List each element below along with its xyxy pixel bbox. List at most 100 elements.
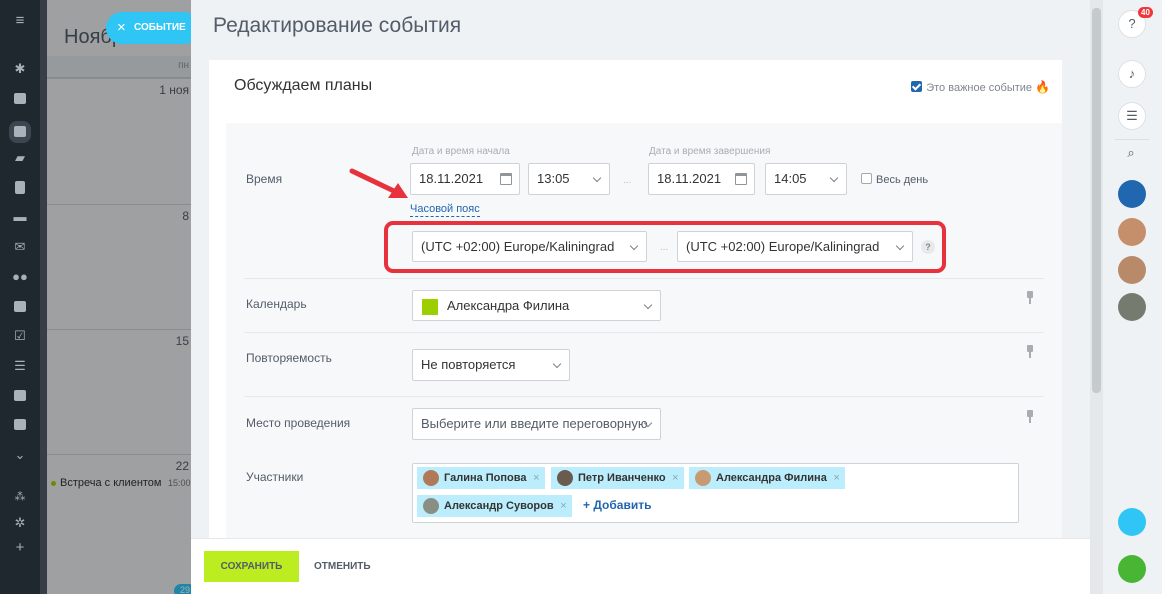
event-name-field[interactable]: Обсуждаем планы: [234, 77, 372, 95]
divider: [244, 332, 1044, 333]
notification-badge: 40: [1138, 7, 1153, 18]
add-participant-button[interactable]: + Добавить: [583, 498, 651, 512]
calendar-value: Александра Филина: [447, 298, 570, 313]
filter-icon[interactable]: ☰: [12, 359, 28, 373]
calendar-icon[interactable]: [500, 173, 512, 185]
chat-icon[interactable]: ▰: [12, 151, 28, 165]
end-time-select[interactable]: 14:05: [765, 163, 847, 195]
avatar: [423, 470, 439, 486]
location-placeholder: Выберите или введите переговорную: [421, 416, 648, 431]
event-close-tab[interactable]: × СОБЫТИЕ: [106, 12, 200, 44]
drive-icon[interactable]: ▬: [12, 210, 28, 224]
footer-bar: СОХРАНИТЬ ОТМЕНИТЬ: [191, 538, 1090, 594]
chevron-down-icon: [552, 359, 562, 369]
event-tab-label: СОБЫТИЕ: [134, 22, 186, 33]
settings-icon[interactable]: ✲: [12, 516, 28, 530]
box-icon[interactable]: [12, 389, 28, 403]
divider: [244, 396, 1044, 397]
participant-chip[interactable]: Александр Суворов ×: [417, 495, 572, 517]
messenger-button[interactable]: ☰: [1118, 102, 1146, 130]
avatar: [557, 470, 573, 486]
important-label: Это важное событие: [926, 82, 1033, 94]
important-checkbox[interactable]: Это важное событие 🔥: [911, 80, 1050, 94]
all-day-label: Весь день: [876, 174, 929, 186]
avatar[interactable]: [1118, 293, 1146, 321]
repeat-select[interactable]: Не повторяется: [412, 349, 570, 381]
left-nav: ≡ ✱ ▰ ▬ ✉ ●● ☑ ☰ ⌄ ⁂ ✲ +: [0, 0, 40, 594]
chevron-down-icon: [829, 173, 839, 183]
group-icon[interactable]: ●●: [12, 270, 28, 284]
participant-chip[interactable]: Александра Филина ×: [689, 467, 845, 489]
checkbox-empty-icon[interactable]: [861, 173, 872, 184]
box2-icon[interactable]: [12, 418, 28, 432]
window-icon[interactable]: [12, 300, 28, 314]
phone-icon[interactable]: [1118, 555, 1146, 583]
remove-icon[interactable]: ×: [533, 467, 539, 489]
all-day-checkbox[interactable]: Весь день: [861, 173, 928, 186]
pin-icon[interactable]: [1026, 345, 1034, 359]
calendar-select[interactable]: Александра Филина: [412, 290, 661, 321]
pin-icon[interactable]: [1026, 410, 1034, 424]
avatar[interactable]: [1118, 256, 1146, 284]
scrollbar-thumb[interactable]: [1092, 8, 1101, 393]
divider: [244, 278, 1044, 279]
avatar: [695, 470, 711, 486]
close-icon[interactable]: ×: [117, 12, 126, 44]
remove-icon[interactable]: ×: [672, 467, 678, 489]
avatar[interactable]: [1118, 218, 1146, 246]
end-date-input[interactable]: 18.11.2021: [648, 163, 755, 195]
calendar-icon[interactable]: [9, 121, 31, 143]
calendar-label: Календарь: [246, 297, 307, 311]
feed-icon[interactable]: [12, 92, 28, 106]
location-label: Место проведения: [246, 416, 351, 430]
start-time-select[interactable]: 13:05: [528, 163, 610, 195]
edit-event-panel: Редактирование события Обсуждаем планы Э…: [191, 0, 1103, 594]
highlight-box: [384, 221, 946, 273]
end-date-value: 18.11.2021: [657, 171, 722, 186]
cancel-button[interactable]: ОТМЕНИТЬ: [314, 551, 371, 582]
participant-name: Александра Филина: [716, 472, 827, 484]
add-icon[interactable]: +: [12, 540, 28, 555]
scrollbar[interactable]: [1090, 0, 1103, 594]
start-datetime-label: Дата и время начала: [412, 146, 510, 157]
remove-icon[interactable]: ×: [833, 467, 839, 489]
calendar-icon[interactable]: [735, 173, 747, 185]
expand-icon[interactable]: ⌄: [12, 448, 28, 462]
mail-icon[interactable]: ✉: [12, 240, 28, 254]
timezone-link[interactable]: Часовой пояс: [410, 203, 480, 217]
document-icon[interactable]: [12, 180, 28, 194]
pin-icon[interactable]: [1026, 291, 1034, 305]
participants-label: Участники: [246, 470, 304, 484]
location-input[interactable]: Выберите или введите переговорную: [412, 408, 661, 440]
org-icon[interactable]: ⁂: [12, 490, 28, 504]
page-title: Редактирование события: [213, 14, 462, 37]
fire-icon: 🔥: [1035, 80, 1050, 94]
participant-name: Петр Иванченко: [578, 472, 666, 484]
event-card: Обсуждаем планы Это важное событие 🔥 Врем…: [209, 60, 1062, 540]
end-datetime-label: Дата и время завершения: [649, 146, 771, 157]
save-button[interactable]: СОХРАНИТЬ: [204, 551, 299, 582]
right-bar: ? 40 ♪ ☰ ⌕: [1103, 0, 1162, 594]
modal-overlay[interactable]: [40, 0, 194, 594]
chat-icon: ☰: [1126, 108, 1138, 123]
bitrix-icon[interactable]: ✱: [12, 62, 28, 76]
participant-chip[interactable]: Петр Иванченко ×: [551, 467, 684, 489]
participant-chip[interactable]: Галина Попова ×: [417, 467, 545, 489]
help-button[interactable]: ? 40: [1118, 7, 1153, 38]
time-separator: ...: [623, 175, 632, 186]
repeat-label: Повторяемость: [246, 351, 332, 365]
group-chat-avatar[interactable]: [1118, 180, 1146, 208]
start-date-input[interactable]: 18.11.2021: [410, 163, 520, 195]
start-date-value: 18.11.2021: [419, 171, 484, 186]
participants-field[interactable]: Галина Попова × Петр Иванченко × Александр…: [412, 463, 1019, 523]
participant-name: Галина Попова: [444, 472, 527, 484]
search-button[interactable]: ⌕: [1118, 140, 1146, 168]
remove-icon[interactable]: ×: [560, 495, 566, 517]
chevron-down-icon: [592, 173, 602, 183]
exit-icon[interactable]: [1118, 508, 1146, 536]
menu-icon[interactable]: ≡: [12, 13, 28, 28]
checkbox-checked-icon[interactable]: [911, 81, 923, 92]
time-label: Время: [246, 172, 283, 186]
tasks-icon[interactable]: ☑: [12, 329, 28, 343]
notifications-button[interactable]: ♪: [1118, 60, 1146, 88]
